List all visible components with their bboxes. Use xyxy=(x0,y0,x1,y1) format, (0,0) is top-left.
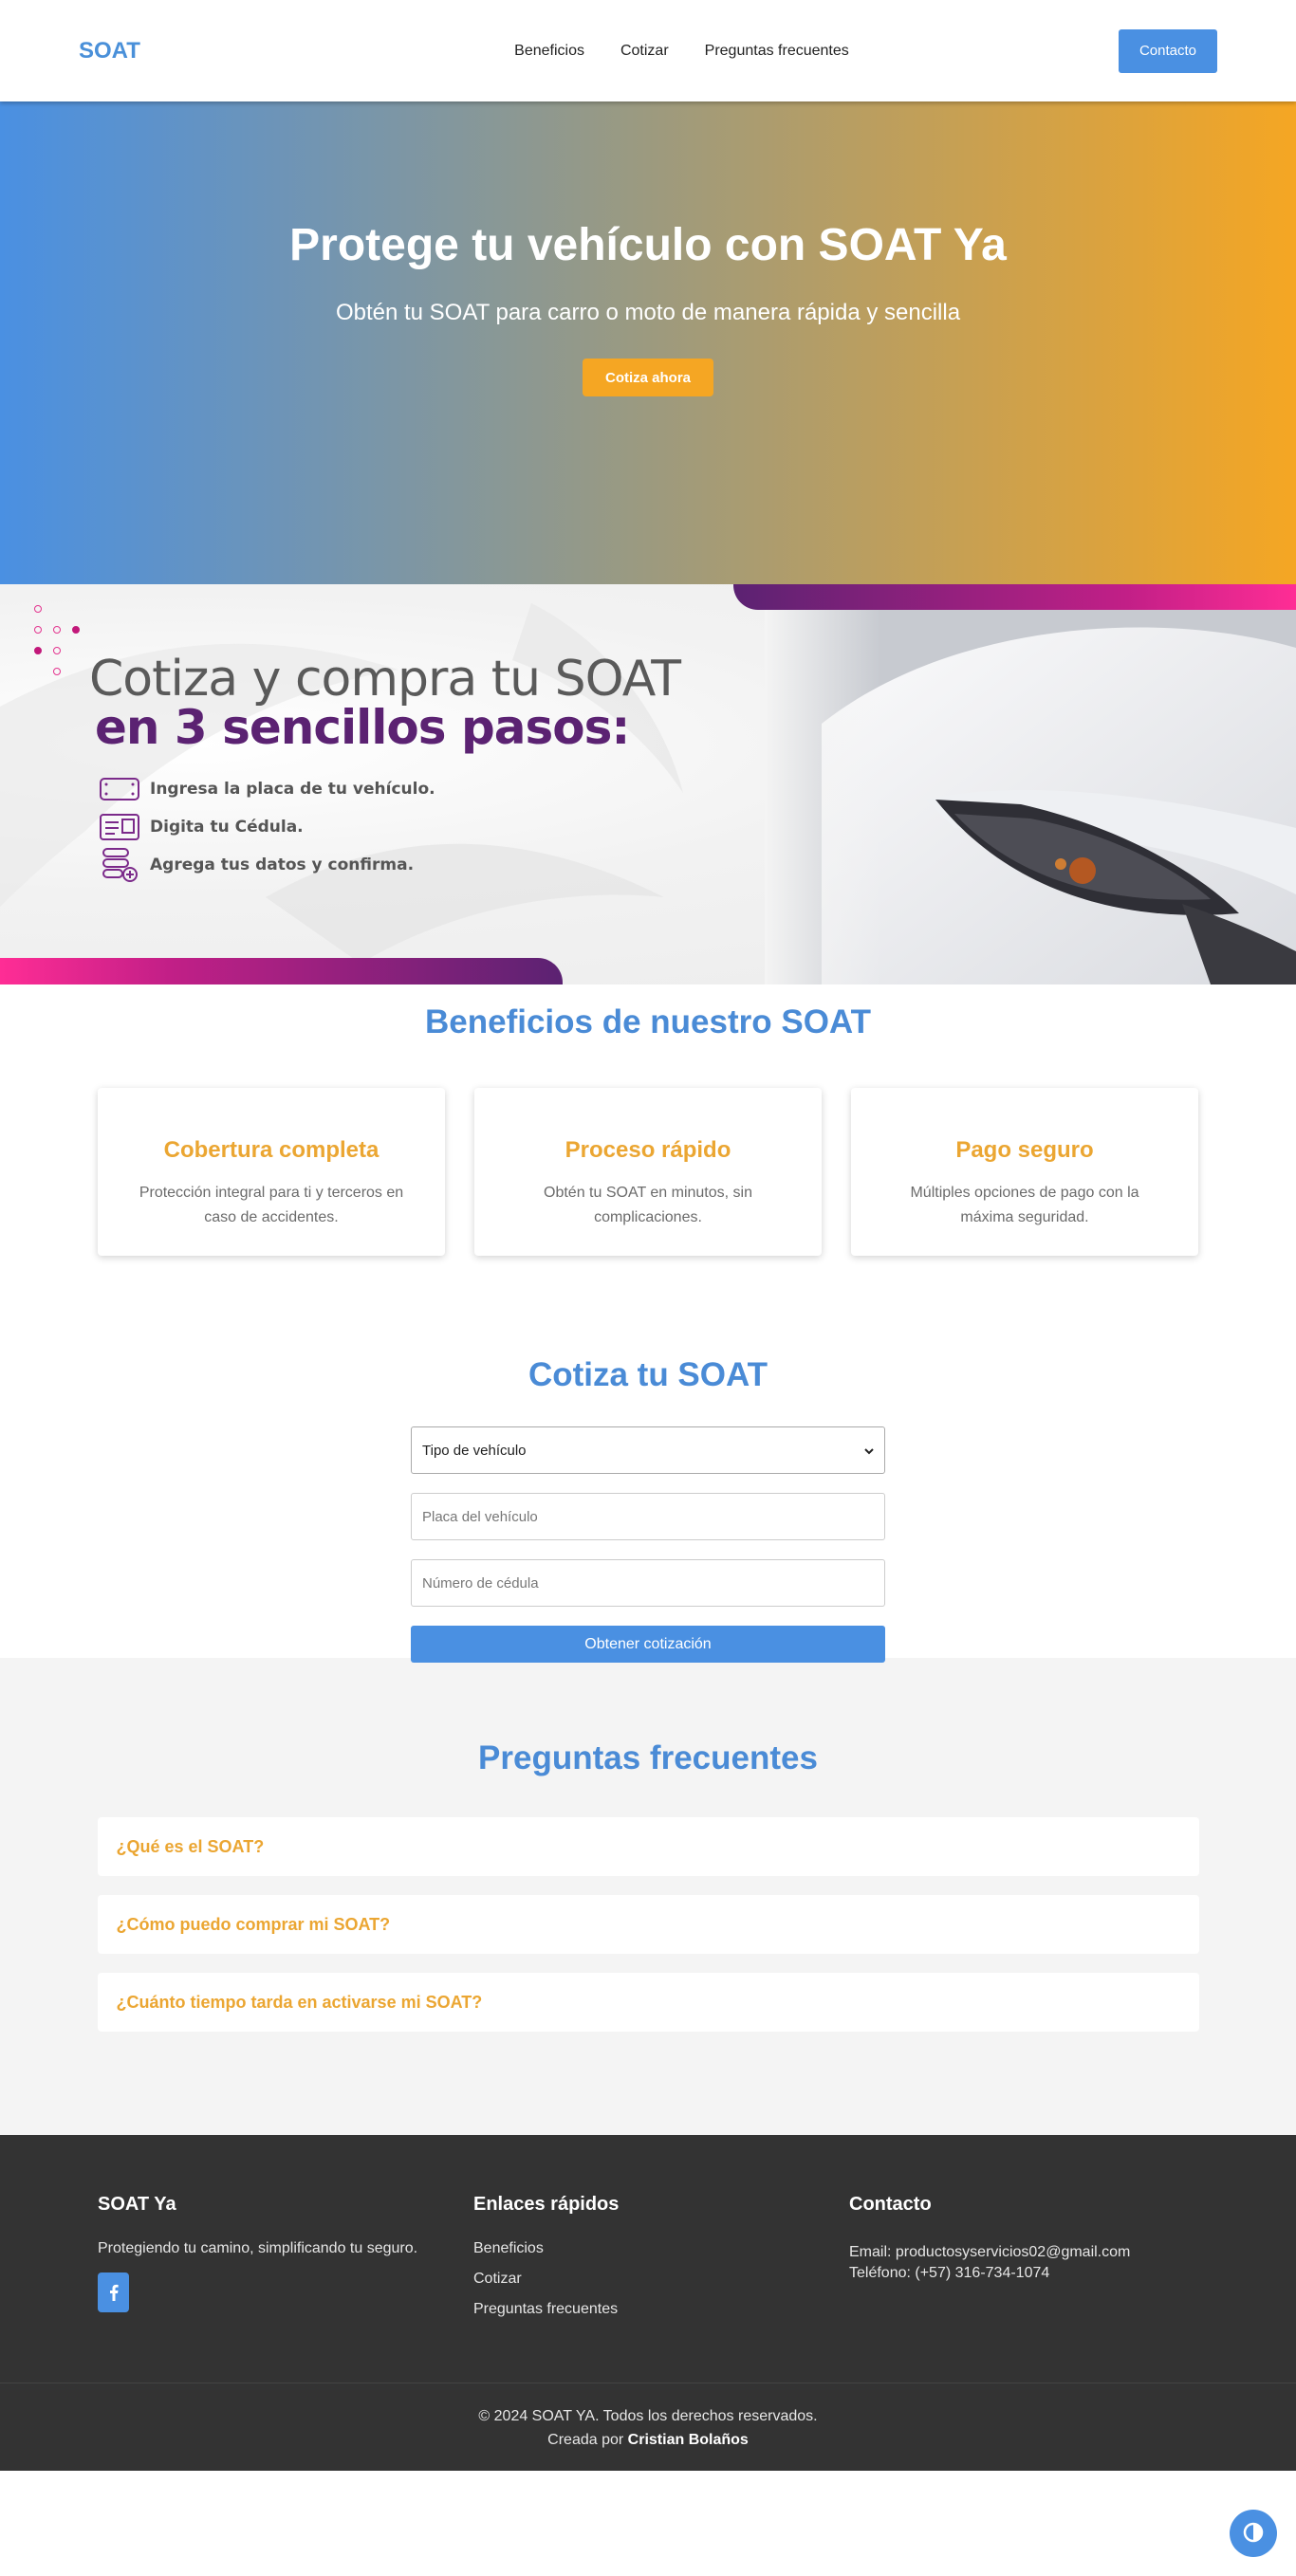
banner-heading-line2: en 3 sencillos pasos: xyxy=(95,700,630,755)
id-card-icon xyxy=(99,812,140,842)
footer-brand-column: SOAT Ya Protegiendo tu camino, simplific… xyxy=(98,2194,473,2331)
step-text: Ingresa la placa de tu vehículo. xyxy=(150,780,435,799)
nav-link-cotizar[interactable]: Cotizar xyxy=(620,43,669,60)
footer: SOAT Ya Protegiendo tu camino, simplific… xyxy=(0,2135,1296,2383)
benefits-title: Beneficios de nuestro SOAT xyxy=(425,1003,871,1040)
data-stack-icon xyxy=(99,848,140,882)
hero-subtitle: Obtén tu SOAT para carro o moto de maner… xyxy=(335,300,961,325)
footer-contact-column: Contacto Email: productosyservicios02@gm… xyxy=(849,2194,1225,2331)
footer-link-beneficios[interactable]: Beneficios xyxy=(473,2240,849,2257)
copyright-text: © 2024 SOAT YA. Todos los derechos reser… xyxy=(478,2408,818,2424)
site-logo[interactable]: SOAT xyxy=(79,38,140,64)
step-item: Digita tu Cédula. xyxy=(99,808,435,846)
banner-top-stripe xyxy=(733,584,1296,610)
hero-section: Protege tu vehículo con SOAT Ya Obtén tu… xyxy=(0,101,1296,584)
banner-heading-line1: Cotiza y compra tu SOAT xyxy=(89,651,681,708)
step-text: Agrega tus datos y confirma. xyxy=(150,856,415,874)
facebook-icon[interactable] xyxy=(98,2272,129,2312)
faq-title: Preguntas frecuentes xyxy=(478,1739,818,1776)
footer-brand-title: SOAT Ya xyxy=(98,2194,176,2215)
benefit-card: Cobertura completa Protección integral p… xyxy=(98,1088,445,1256)
steps-list: Ingresa la placa de tu vehículo. Digita … xyxy=(99,770,435,884)
benefit-card: Pago seguro Múltiples opciones de pago c… xyxy=(851,1088,1198,1256)
top-navbar: SOAT Beneficios Cotizar Preguntas frecue… xyxy=(0,0,1296,101)
benefit-card: Proceso rápido Obtén tu SOAT en minutos,… xyxy=(474,1088,822,1256)
credit-prefix: Creada por xyxy=(547,2432,624,2448)
footer-contact-title: Contacto xyxy=(849,2194,932,2215)
footer-phone: Teléfono: (+57) 316-734-1074 xyxy=(849,2265,1050,2281)
benefit-cards: Cobertura completa Protección integral p… xyxy=(0,1088,1296,1256)
faq-question[interactable]: ¿Cuánto tiempo tarda en activarse mi SOA… xyxy=(97,1973,1199,2032)
footer-email: Email: productosyservicios02@gmail.com xyxy=(849,2244,1131,2260)
nav-link-beneficios[interactable]: Beneficios xyxy=(514,43,584,60)
faq-question[interactable]: ¿Cómo puedo comprar mi SOAT? xyxy=(97,1895,1199,1954)
step-item: Ingresa la placa de tu vehículo. xyxy=(99,770,435,808)
license-plate-icon xyxy=(99,774,140,804)
nav-link-preguntas[interactable]: Preguntas frecuentes xyxy=(705,43,849,60)
vehicle-type-select[interactable]: Tipo de vehículo xyxy=(411,1426,885,1474)
faq-list: ¿Qué es el SOAT? ¿Cómo puedo comprar mi … xyxy=(97,1817,1199,2032)
step-text: Digita tu Cédula. xyxy=(150,818,304,837)
plate-input[interactable]: Placa del vehículo xyxy=(411,1493,885,1540)
footer-link-cotizar[interactable]: Cotizar xyxy=(473,2271,849,2288)
hero-title: Protege tu vehículo con SOAT Ya xyxy=(289,220,1007,270)
copyright-bar: © 2024 SOAT YA. Todos los derechos reser… xyxy=(0,2383,1296,2471)
benefit-card-text: Múltiples opciones de pago con la máxima… xyxy=(910,1185,1139,1225)
nav-links: Beneficios Cotizar Preguntas frecuentes xyxy=(514,43,849,60)
quote-form: Tipo de vehículo Placa del vehículo Núme… xyxy=(411,1426,885,1663)
car-headlight-image xyxy=(765,610,1296,984)
benefit-card-title: Proceso rápido xyxy=(565,1137,731,1163)
footer-tagline: Protegiendo tu camino, simplificando tu … xyxy=(98,2240,418,2256)
banner-bottom-stripe xyxy=(0,958,563,984)
quote-title: Cotiza tu SOAT xyxy=(528,1356,768,1393)
footer-link-preguntas[interactable]: Preguntas frecuentes xyxy=(473,2301,849,2318)
theme-toggle-button[interactable] xyxy=(1230,2510,1277,2557)
contrast-icon xyxy=(1243,2522,1264,2546)
footer-links-title: Enlaces rápidos xyxy=(473,2194,620,2215)
benefit-card-text: Obtén tu SOAT en minutos, sin complicaci… xyxy=(544,1185,752,1225)
footer-links-column: Enlaces rápidos Beneficios Cotizar Pregu… xyxy=(473,2194,849,2331)
cotiza-ahora-button[interactable]: Cotiza ahora xyxy=(583,359,713,396)
credit-name: Cristian Bolaños xyxy=(627,2432,749,2448)
steps-banner: Cotiza y compra tu SOAT en 3 sencillos p… xyxy=(0,584,1296,984)
step-item: Agrega tus datos y confirma. xyxy=(99,846,435,884)
chevron-down-icon xyxy=(864,1443,874,1459)
benefit-card-title: Pago seguro xyxy=(955,1137,1094,1163)
faq-question[interactable]: ¿Qué es el SOAT? xyxy=(97,1817,1199,1876)
benefit-card-text: Protección integral para ti y terceros e… xyxy=(139,1185,404,1225)
benefits-section: Beneficios de nuestro SOAT Cobertura com… xyxy=(0,984,1296,1663)
faq-section: Preguntas frecuentes ¿Qué es el SOAT? ¿C… xyxy=(0,1658,1296,2135)
vehicle-type-selected: Tipo de vehículo xyxy=(422,1442,527,1459)
id-number-input[interactable]: Número de cédula xyxy=(411,1559,885,1607)
benefit-card-title: Cobertura completa xyxy=(163,1137,380,1163)
contact-button[interactable]: Contacto xyxy=(1119,28,1217,73)
credit-line: Creada por Cristian Bolaños xyxy=(0,2428,1296,2452)
get-quote-button[interactable]: Obtener cotización xyxy=(411,1626,885,1663)
